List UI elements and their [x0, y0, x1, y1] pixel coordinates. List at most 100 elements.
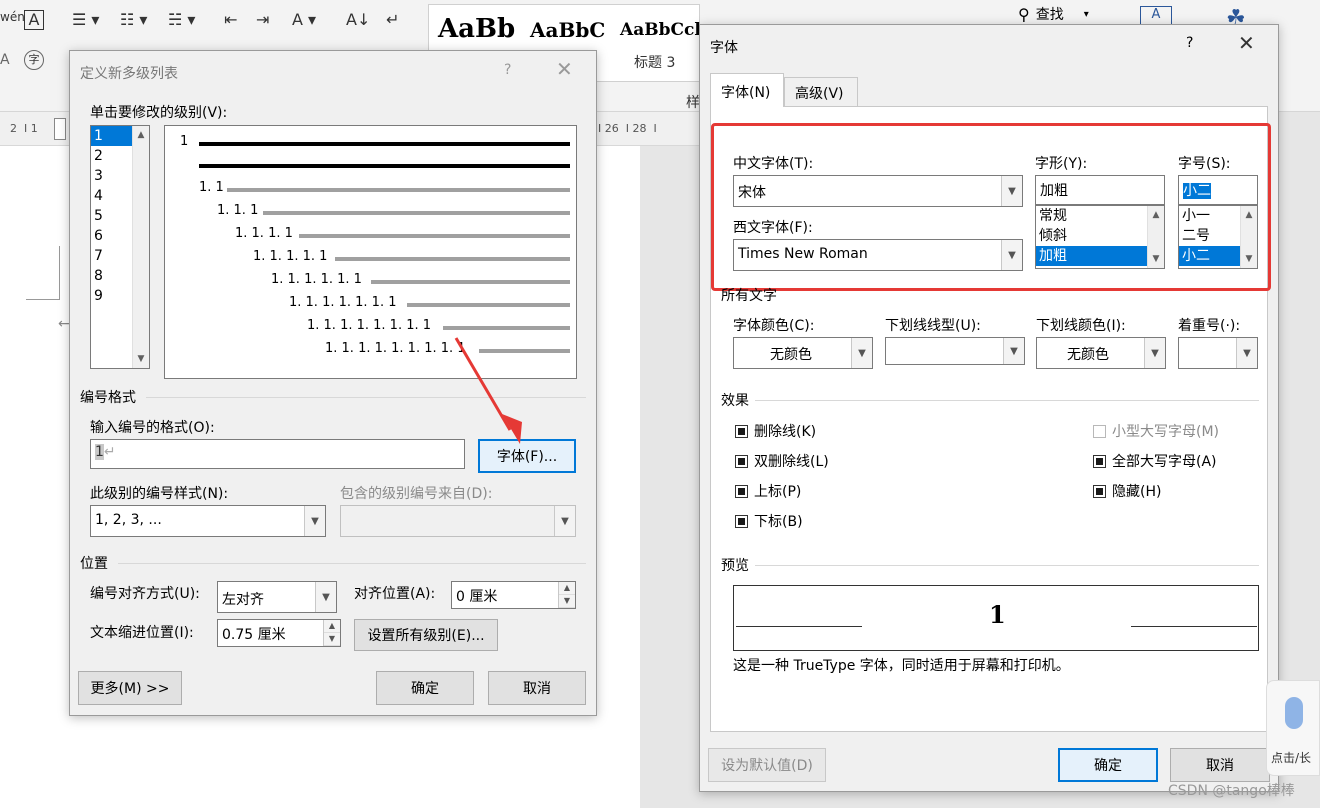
strikethrough-checkbox[interactable]: 删除线(K) [735, 421, 816, 441]
chevron-down-icon[interactable]: ▼ [1003, 338, 1024, 364]
sort-icon[interactable]: A↓ [346, 10, 370, 29]
chevron-down-icon[interactable]: ▼ [1236, 338, 1257, 368]
scroll-down-icon[interactable]: ▼ [133, 351, 149, 367]
style-scrollbar[interactable]: ▲ ▼ [1147, 206, 1164, 268]
chevron-down-icon[interactable]: ▼ [1001, 240, 1022, 270]
search-icon: ⚲ [1018, 4, 1030, 24]
show-marks-icon[interactable]: ↵ [386, 10, 399, 29]
bullets-icon[interactable]: ☰ ▾ [72, 10, 99, 29]
checkbox-box[interactable] [1093, 424, 1106, 438]
checkbox-box[interactable] [735, 514, 748, 528]
checkbox-box[interactable] [735, 484, 748, 498]
scroll-down-icon[interactable]: ▼ [1148, 251, 1164, 267]
ok-button[interactable]: 确定 [376, 671, 474, 705]
preview-baseline [736, 626, 862, 627]
chevron-down-icon: ▼ [554, 506, 575, 536]
style-option[interactable]: 加粗 [1036, 246, 1164, 266]
chevron-down-icon[interactable]: ▼ [315, 582, 336, 612]
arrow-shaft [454, 337, 512, 431]
chevron-down-icon[interactable]: ▼ [1001, 176, 1022, 206]
enclose-char-icon[interactable]: 字 [24, 50, 44, 70]
preview-label: 1. 1. 1. 1. 1 [253, 249, 328, 264]
set-all-levels-button[interactable]: 设置所有级别(E)... [354, 619, 498, 651]
chevron-down-icon[interactable]: ▼ [1144, 338, 1165, 368]
number-style-select[interactable]: 1, 2, 3, ... ▼ [90, 505, 326, 537]
indent-marker[interactable] [54, 118, 66, 140]
size-label: 字号(S): [1178, 156, 1231, 172]
checkbox-box[interactable] [735, 424, 748, 438]
group-divider [118, 563, 586, 564]
help-icon[interactable]: ? [1186, 35, 1193, 51]
close-icon[interactable]: ✕ [556, 57, 573, 81]
chevron-down-icon[interactable]: ▼ [851, 338, 872, 368]
cancel-button[interactable]: 取消 [1170, 748, 1270, 782]
scroll-down-icon[interactable]: ▼ [1241, 251, 1257, 267]
west-font-select[interactable]: Times New Roman ▼ [733, 239, 1023, 271]
multilevel-list-icon[interactable]: ☵ ▾ [168, 10, 195, 29]
style-sample-heading3[interactable]: AaBbCcl [620, 20, 701, 40]
numbering-icon[interactable]: ☷ ▾ [120, 10, 147, 29]
chevron-down-icon[interactable]: ▼ [304, 506, 325, 536]
ruler-ticks-right: I 26 I 28 I [598, 122, 657, 135]
tab-advanced[interactable]: 高级(V) [784, 77, 858, 107]
preview-line [227, 188, 570, 192]
character-border-icon[interactable]: A [24, 10, 44, 30]
subscript-checkbox[interactable]: 下标(B) [735, 511, 803, 531]
scroll-up-icon[interactable]: ▲ [1241, 207, 1257, 223]
microphone-icon[interactable] [1285, 697, 1303, 729]
underline-style-select[interactable]: ▼ [885, 337, 1025, 365]
indent-input[interactable]: 0.75 厘米 ▲ ▼ [217, 619, 341, 647]
style-sample-normal[interactable]: AaBb [438, 14, 515, 44]
tab-panel: 中文字体(T): 宋体 ▼ 西文字体(F): Times New Roman ▼ 字… [710, 106, 1271, 732]
checkbox-box[interactable] [735, 454, 748, 468]
align-select[interactable]: 左对齐 ▼ [217, 581, 337, 613]
heading3-label: 标题 3 [634, 55, 676, 71]
emphasis-select[interactable]: ▼ [1178, 337, 1258, 369]
character-shading-icon[interactable]: A [0, 52, 10, 68]
more-button[interactable]: 更多(M) >> [78, 671, 182, 705]
align-at-input[interactable]: 0 厘米 ▲ ▼ [451, 581, 576, 609]
font-color-select[interactable]: 无颜色 ▼ [733, 337, 873, 369]
style-sample-heading2[interactable]: AaBbC [530, 18, 605, 42]
close-icon[interactable]: ✕ [1238, 31, 1255, 55]
style-option[interactable]: 常规 [1036, 206, 1164, 226]
levels-list[interactable]: 1 2 3 4 5 6 7 8 9 ▲ ▼ [90, 125, 150, 369]
ok-button[interactable]: 确定 [1058, 748, 1158, 782]
cn-font-select[interactable]: 宋体 ▼ [733, 175, 1023, 207]
style-input[interactable]: 加粗 [1035, 175, 1165, 205]
size-list[interactable]: 小一 二号 小二 ▲ ▼ [1178, 205, 1258, 269]
underline-style-label: 下划线线型(U): [885, 318, 981, 334]
numbering-group-label: 编号格式 [80, 390, 136, 406]
decrease-indent-icon[interactable]: ⇤ [224, 10, 237, 29]
help-icon[interactable]: ? [504, 62, 511, 78]
checkbox-box[interactable] [1093, 484, 1106, 498]
checkbox-box[interactable] [1093, 454, 1106, 468]
phonetic-guide-icon[interactable]: wén [0, 10, 25, 24]
small-caps-checkbox[interactable]: 小型大写字母(M) [1093, 421, 1219, 441]
scroll-up-icon[interactable]: ▲ [133, 127, 149, 143]
cancel-button[interactable]: 取消 [488, 671, 586, 705]
size-input[interactable]: 小二 [1178, 175, 1258, 205]
hidden-checkbox[interactable]: 隐藏(H) [1093, 481, 1161, 501]
style-list[interactable]: 常规 倾斜 加粗 ▲ ▼ [1035, 205, 1165, 269]
levels-scrollbar[interactable]: ▲ ▼ [132, 126, 149, 368]
underline-color-select[interactable]: 无颜色 ▼ [1036, 337, 1166, 369]
increase-indent-icon[interactable]: ⇥ [256, 10, 269, 29]
superscript-checkbox[interactable]: 上标(P) [735, 481, 801, 501]
scroll-up-icon[interactable]: ▲ [1148, 207, 1164, 223]
preview-label: 1. 1. 1. 1. 1. 1 [271, 272, 362, 287]
format-input[interactable]: 1↵ [90, 439, 465, 469]
style-option[interactable]: 倾斜 [1036, 226, 1164, 246]
all-caps-checkbox[interactable]: 全部大写字母(A) [1093, 451, 1217, 471]
chinese-layout-icon[interactable]: A ▾ [292, 10, 316, 29]
font-dialog: 字体 ? ✕ 字体(N) 高级(V) 中文字体(T): 宋体 ▼ 西文字体(F):… [699, 24, 1279, 792]
spinner[interactable]: ▲ ▼ [558, 582, 575, 608]
double-strikethrough-checkbox[interactable]: 双删除线(L) [735, 451, 829, 471]
tab-font[interactable]: 字体(N) [710, 73, 784, 107]
find-button[interactable]: ⚲ 查找 ▾ [1018, 4, 1089, 24]
preview-label: 1. 1. 1. 1. 1. 1. 1 [289, 295, 397, 310]
set-default-button[interactable]: 设为默认值(D) [708, 748, 826, 782]
spinner[interactable]: ▲ ▼ [323, 620, 340, 646]
voice-input-widget[interactable]: 点击/长 [1266, 680, 1320, 776]
size-scrollbar[interactable]: ▲ ▼ [1240, 206, 1257, 268]
